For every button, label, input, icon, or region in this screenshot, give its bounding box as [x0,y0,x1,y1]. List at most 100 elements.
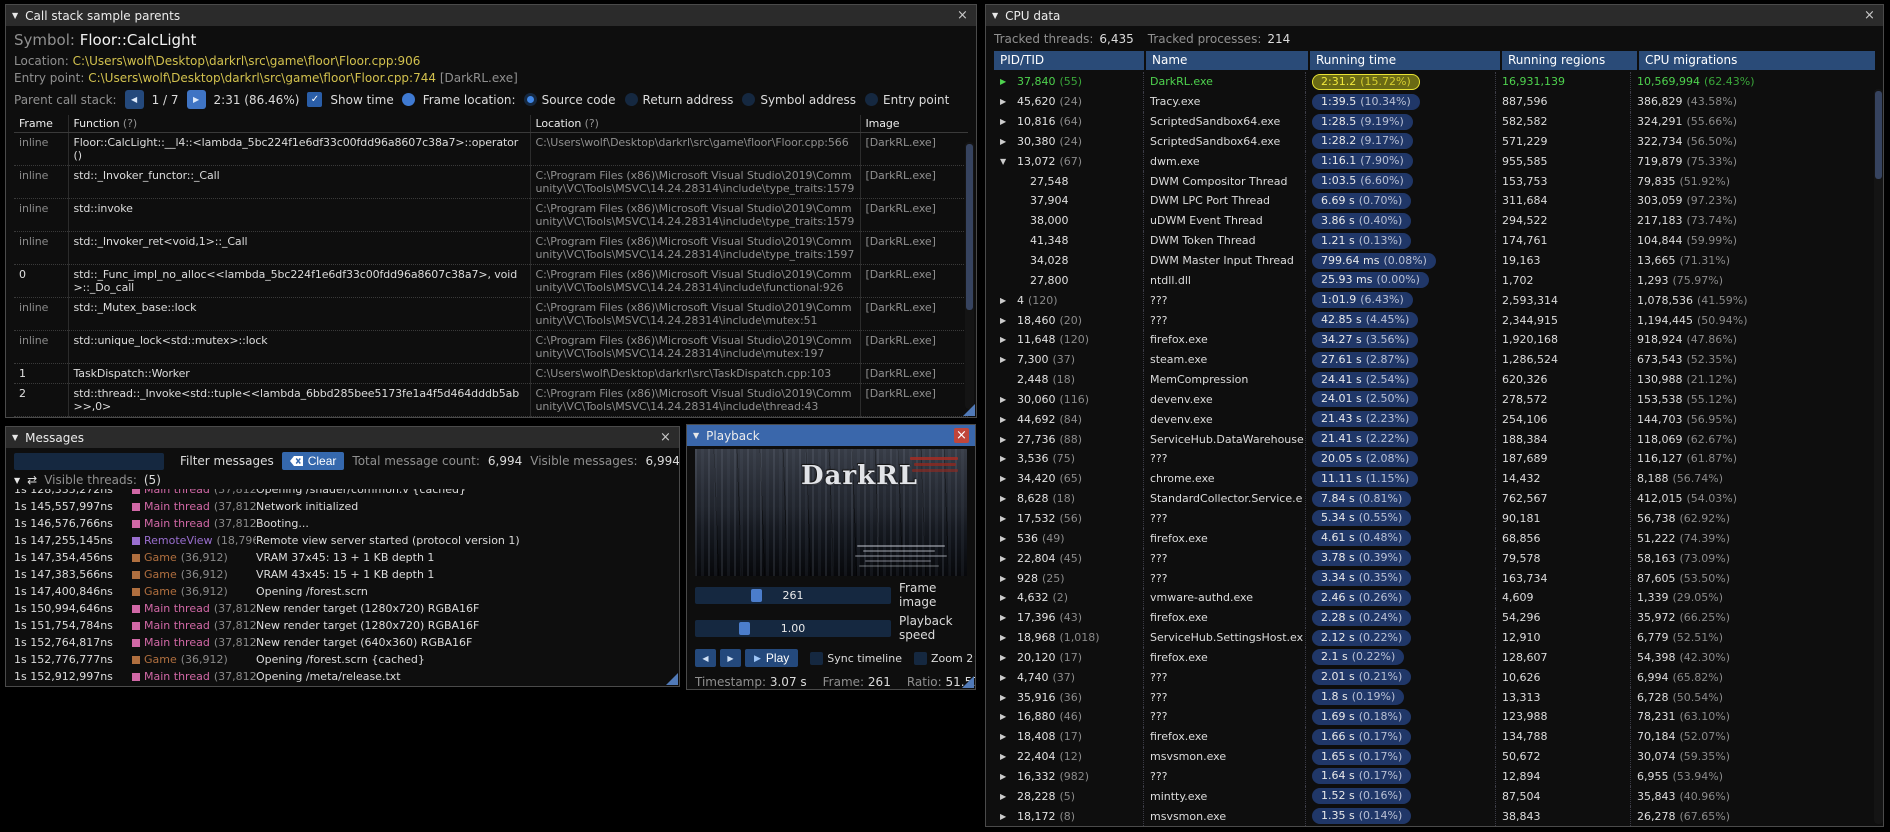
cpu-row[interactable]: ▶ 4 (120)??? 1:01.9 (6.43%) 2,593,314 1,078,53… [994,290,1875,311]
expand-arrow-icon[interactable]: ▶ [1000,712,1013,721]
frame-location-radio[interactable]: Symbol address [742,93,856,107]
cpu-row[interactable]: ▶ 35,916 (36)??? 1.8 s (0.19%) 13,313 6,728 (50… [994,687,1875,707]
cpu-row[interactable]: 27,800 ntdll.dll 25.93 ms (0.00%) 1,702 1,293… [994,270,1875,291]
zoom-2x-checkbox[interactable] [913,651,927,665]
cpu-row[interactable]: ▶ 20,120 (17) firefox.exe 2.1 s (0.22%) 128,60… [994,647,1875,668]
message-row[interactable]: 1s 152,776,777ns Game (36,912) Opening /for… [6,651,679,668]
cpu-row[interactable]: ▶ 16,880 (46)??? 1.69 s (0.18%) 123,988 78,231… [994,707,1875,727]
cpu-row[interactable]: ▶ 4,632 (2) vmware-authd.exe 2.46 s (0.26%) 4,… [994,587,1875,608]
prev-callstack-button[interactable]: ◀ [124,90,144,109]
cpu-row[interactable]: ▶ 27,736 (88) ServiceHub.DataWarehouse 21.41… [994,429,1875,450]
expand-arrow-icon[interactable]: ▶ [1000,395,1013,404]
frame-column-header[interactable]: Frame [14,115,69,133]
callstack-row[interactable]: 2 std::thread::_Invoke<std::tuple<<lambda… [14,383,968,417]
cpu-row[interactable]: ▶ 11,648 (120) firefox.exe 34.27 s (3.56%) 1,9… [994,329,1875,350]
cpu-row[interactable]: 37,904 DWM LPC Port Thread 6.69 s (0.70%) 31… [994,191,1875,211]
callstack-row[interactable]: inline std::_Invoker_functor::_Call C:\Pro… [14,165,968,199]
callstack-row[interactable]: 0 std::_Func_impl_no_alloc<<lambda_5bc224… [14,264,968,298]
expand-arrow-icon[interactable]: ▶ [1000,693,1013,702]
expand-arrow-icon[interactable]: ▶ [1000,574,1013,583]
cpu-row[interactable]: 27,548 DWM Compositor Thread 1:03.5 (6.60%)… [994,171,1875,192]
expand-arrow-icon[interactable]: ▶ [1000,653,1013,662]
function-column-header[interactable]: Function (?) [68,115,531,133]
location-path[interactable]: C:\Users\wolf\Desktop\darkrl\src\game\fl… [73,54,421,68]
expand-arrow-icon[interactable]: ▶ [1000,77,1013,86]
expand-arrow-icon[interactable]: ▶ [1000,454,1013,463]
message-row[interactable]: 1s 146,576,766ns Main thread(37,812)Booti… [6,515,679,532]
callstack-row[interactable]: 3beginthreadex[unknown][ucrtbase.dll] [14,416,968,417]
playback-titlebar[interactable]: ▼ Playback × [687,425,975,446]
cpu-row[interactable]: 2,448 (18) MemCompression 24.41 s (2.54%) 620… [994,369,1875,390]
cpu-scrollbar[interactable] [1874,89,1883,824]
expand-arrow-icon[interactable]: ▶ [1000,435,1013,444]
expand-arrow-icon[interactable]: ▶ [1000,97,1013,106]
cpu-row[interactable]: ▶ 22,404 (12) msvsmon.exe 1.65 s (0.17%) 50,67… [994,746,1875,767]
cpu-row[interactable]: ▶ 18,460 (20)??? 42.85 s (4.45%) 2,344,915 1,1… [994,310,1875,330]
expand-arrow-icon[interactable]: ▶ [1000,792,1013,801]
cpu-row[interactable]: 38,000 uDWM Event Thread 3.86 s (0.40%) 294,… [994,210,1875,231]
image-column-header[interactable]: Image [860,115,968,133]
frame-location-radio[interactable]: Return address [624,93,733,107]
close-icon[interactable]: × [955,8,970,23]
expand-arrow-icon[interactable]: ▶ [1000,494,1013,503]
message-list[interactable]: 1s 128,335,272nsMain thread(37,812)Openi… [6,489,679,686]
scrollbar-thumb[interactable] [1875,91,1882,179]
expand-arrow-icon[interactable]: ▶ [1000,117,1013,126]
cpu-row[interactable]: ▶ 30,060 (116) devenv.exe 24.01 s (2.50%) 278,… [994,389,1875,410]
cpu-data-titlebar[interactable]: ▼ CPU data × [986,5,1883,26]
cpu-row[interactable]: ▶ 17,532 (56)??? 5.34 s (0.55%) 90,181 56,738(… [994,508,1875,529]
expand-arrow-icon[interactable]: ▶ [1000,296,1013,305]
next-frame-button[interactable]: ▶ [720,649,741,667]
cpu-row[interactable]: ▶ 30,380 (24) ScriptedSandbox64.exe 1:28.2 (9… [994,131,1875,152]
callstack-scrollbar[interactable] [965,142,974,409]
cpu-row[interactable]: ▶ 34,420 (65) chrome.exe 11.11 s (1.15%) 14,43… [994,468,1875,489]
expand-arrow-icon[interactable]: ▶ [1000,732,1013,741]
expand-arrow-icon[interactable]: ▶ [1000,812,1013,821]
cpu-row[interactable]: ▶ 22,804 (45)??? 3.78 s (0.39%) 79,578 58,163(… [994,548,1875,569]
message-row[interactable]: 1s 152,764,817ns Main thread(37,812)New r… [6,634,679,651]
cpu-row[interactable]: ▼ 13,072 (67) dwm.exe 1:16.1 (7.90%) 955,585 71… [994,151,1875,172]
cpu-row[interactable]: ▶ 18,968 (1,018) ServiceHub.SettingsHost.ex… [994,627,1875,648]
chevron-down-icon[interactable]: ▼ [14,476,20,485]
cpu-row[interactable]: ▶ 18,408 (17) firefox.exe 1.66 s (0.17%) 134,7… [994,726,1875,747]
expand-arrow-icon[interactable]: ▶ [1000,137,1013,146]
play-button[interactable]: ▶ Play [745,649,799,667]
cpu-row[interactable]: ▶ 10,816 (64) ScriptedSandbox64.exe 1:28.5 (9… [994,111,1875,132]
close-icon[interactable]: × [1862,8,1877,23]
message-row[interactable]: 1s 150,994,646ns Main thread(37,812)New r… [6,600,679,617]
message-filter-input[interactable] [14,452,164,470]
cpu-row[interactable]: 34,028 DWM Master Input Thread 799.64 ms (0… [994,250,1875,271]
running-regions-column-header[interactable]: Running regions [1502,51,1637,70]
name-column-header[interactable]: Name [1146,51,1308,70]
playback-speed-slider[interactable]: 1.00 [695,619,891,637]
frame-location-radio[interactable]: Source code [523,93,616,107]
messages-titlebar[interactable]: ▼ Messages × [6,427,679,448]
callstack-row[interactable]: inline std::_Invoker_ret<void,1>::_Call C:… [14,231,968,265]
cpu-row[interactable]: ▶ 45,620 (24) Tracy.exe 1:39.5 (10.34%) 887,59… [994,91,1875,112]
expand-arrow-icon[interactable]: ▶ [1000,534,1013,543]
expand-arrow-icon[interactable]: ▶ [1000,772,1013,781]
expand-arrow-icon[interactable]: ▶ [1000,335,1013,344]
expand-arrow-icon[interactable]: ▶ [1000,554,1013,563]
expand-arrow-icon[interactable]: ▶ [1000,633,1013,642]
expand-arrow-icon[interactable]: ▶ [1000,673,1013,682]
callstack-row[interactable]: inline std::invoke C:\Program Files (x86)\… [14,198,968,232]
close-icon[interactable]: × [658,430,673,445]
location-header-hint[interactable]: (?) [585,117,599,130]
message-row[interactable]: 1s 147,383,566ns Game (36,912) VRAM 43x45: … [6,566,679,583]
cpu-row[interactable]: ▶ 37,840 (55) DarkRL.exe 2:31.2 (15.72%) 16,93… [994,72,1875,92]
cpu-row[interactable]: ▶ 4,740 (37)??? 2.01 s (0.21%) 10,626 6,994 (65… [994,667,1875,688]
cpu-row[interactable]: ▶ 7,300 (37) steam.exe 27.61 s (2.87%) 1,286,5… [994,349,1875,370]
callstack-titlebar[interactable]: ▼ Call stack sample parents × [6,5,976,26]
expand-arrow-icon[interactable]: ▶ [1000,593,1013,602]
collapse-arrow-icon[interactable]: ▼ [693,431,699,440]
sync-timeline-checkbox[interactable] [810,651,824,665]
callstack-row[interactable]: 1 TaskDispatch::Worker C:\Users\wolf\Deskt… [14,363,968,384]
callstack-row[interactable]: inline Floor::CalcLight::__l4::<lambda_5b… [14,132,968,166]
cpu-row[interactable]: 41,348 DWM Token Thread 1.21 s (0.13%) 174,7… [994,230,1875,251]
message-row[interactable]: 1s 145,557,997ns Main thread(37,812)Netwo… [6,498,679,515]
message-row[interactable]: 1s 147,400,846ns Game (36,912) Opening /for… [6,583,679,600]
expand-arrow-icon[interactable]: ▶ [1000,316,1013,325]
cpu-row[interactable]: ▶ 28,228 (5) mintty.exe 1.52 s (0.16%) 87,504 3… [994,786,1875,807]
expand-arrow-icon[interactable]: ▶ [1000,752,1013,761]
